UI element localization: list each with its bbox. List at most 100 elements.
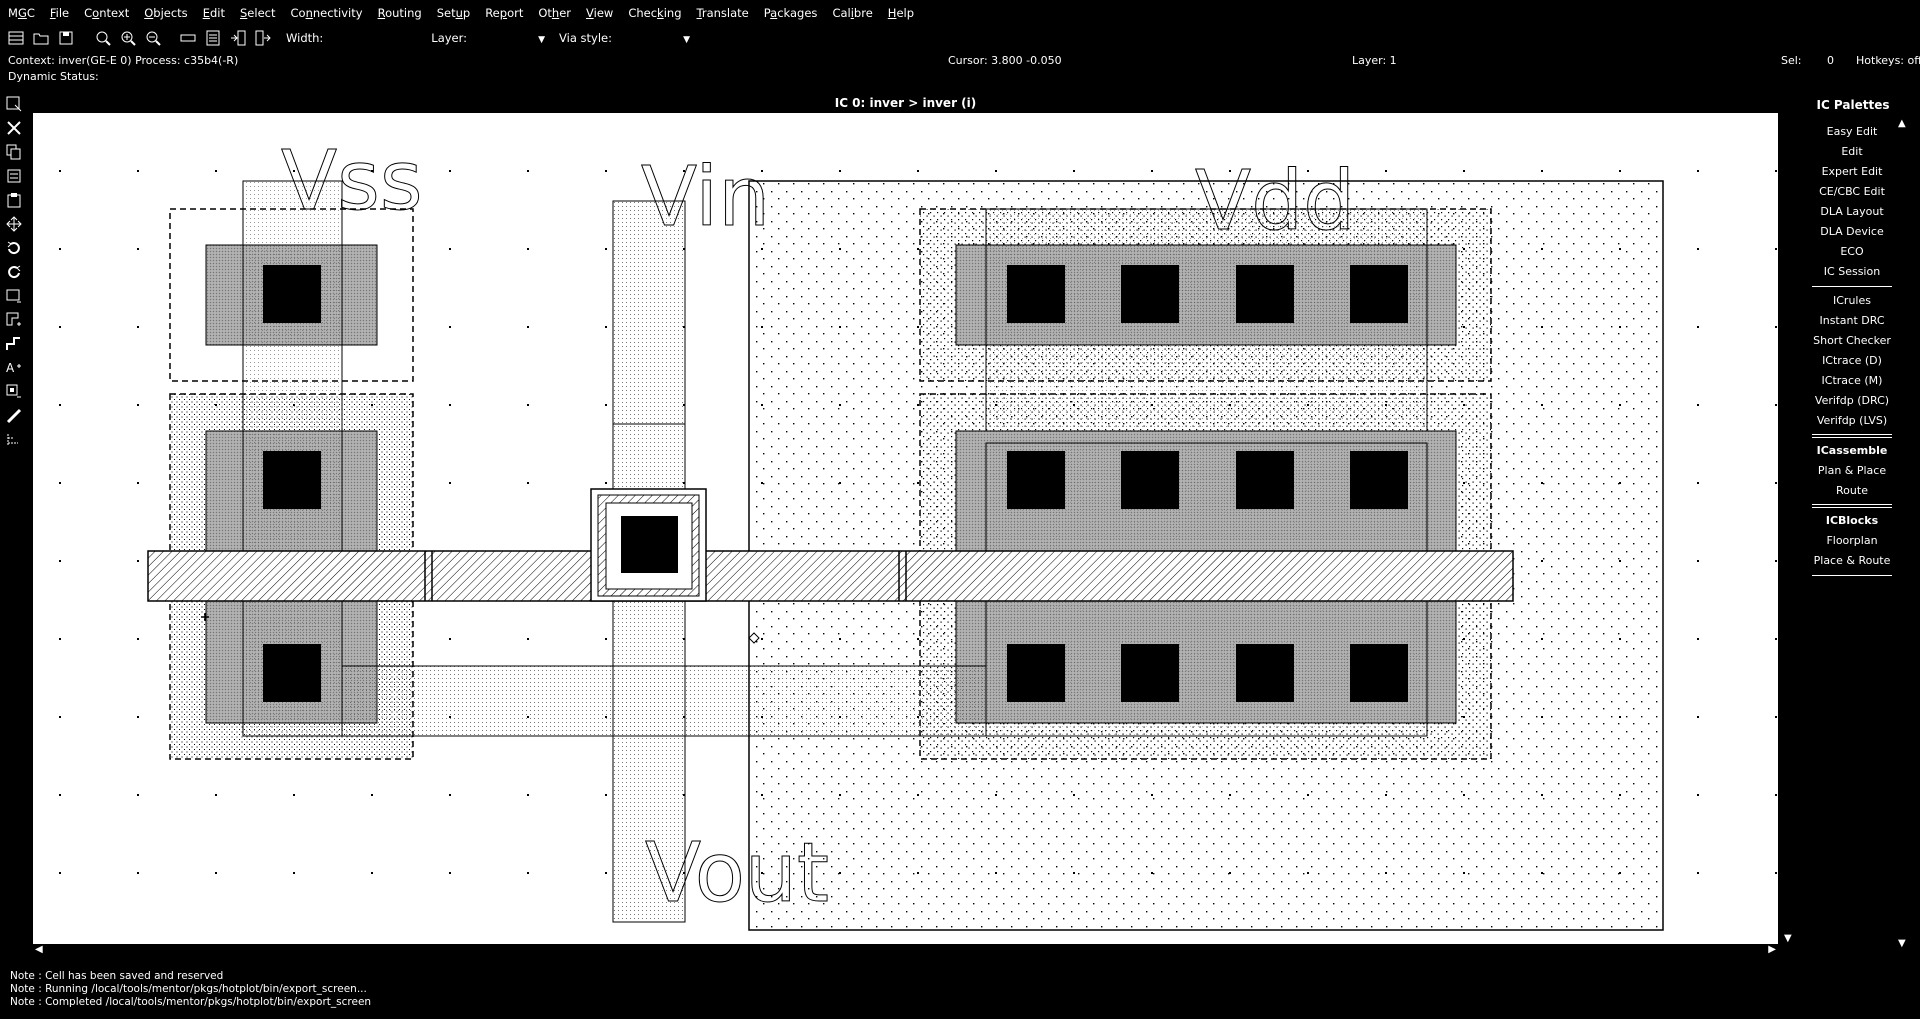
palette-item-route[interactable]: Route [1812,481,1892,501]
undo-icon[interactable] [2,236,26,260]
layout-canvas[interactable]: Vss Vin Vdd Vout [33,113,1778,944]
menu-mnemonic: p [499,6,508,20]
palette-item-ictrace-m[interactable]: ICtrace (M) [1812,371,1892,391]
menu-label-post: ntext [99,6,130,20]
zoom-all-icon[interactable] [93,28,113,48]
measure-icon[interactable] [2,404,26,428]
palette-item-floorplan[interactable]: Floorplan [1812,531,1892,551]
menu-report[interactable]: Report [485,6,523,20]
copy-icon[interactable] [2,140,26,164]
polygon-icon[interactable] [2,308,26,332]
zoom-in-icon[interactable] [118,28,138,48]
menu-label-post: elp [896,6,915,20]
palette-item-plan-place[interactable]: Plan & Place [1812,461,1892,481]
menu-translate[interactable]: Translate [697,6,749,20]
redo-icon[interactable] [2,260,26,284]
menu-select[interactable]: Select [240,6,276,20]
menu-calibre[interactable]: Calibre [832,6,872,20]
palette-item-ce-cbc-edit[interactable]: CE/CBC Edit [1812,182,1892,202]
menu-mnemonic: R [377,6,386,20]
palette-item-edit[interactable]: Edit [1812,142,1892,162]
menu-routing[interactable]: Routing [378,6,422,20]
palette-item-dla-layout[interactable]: DLA Layout [1812,202,1892,222]
push-in-icon[interactable] [228,28,248,48]
menu-mnemonic: u [455,6,463,20]
menu-label-post: dit [209,6,225,20]
via-style-label: Via style: [559,31,613,45]
path-icon[interactable] [2,332,26,356]
misc-tool-icon[interactable] [2,428,26,452]
paste-icon[interactable] [2,188,26,212]
palette-item-icassemble[interactable]: ICassemble [1812,441,1892,461]
palette-item-instant-drc[interactable]: Instant DRC [1812,311,1892,331]
palette-list: Easy Edit Edit Expert Edit CE/CBC Edit DLA L… [1812,122,1892,580]
menu-mnemonic: k [657,6,664,20]
menu-mnemonic: O [144,6,154,20]
toolbar: Width: Layer: ▼ Via style: ▼ [0,27,1920,49]
scroll-right-icon[interactable]: ▶ [1768,944,1776,955]
palette-item-icblocks[interactable]: ICBlocks [1812,511,1892,531]
ruler-icon[interactable] [178,28,198,48]
vdd-label: Vdd [1195,154,1355,249]
hotkeys-status: Hotkeys: off [1856,54,1920,67]
rectangle-icon[interactable] [2,284,26,308]
menu-setup[interactable]: Setup [437,6,471,20]
horizontal-scrollbar[interactable]: ◀ ▶ [33,944,1778,958]
text-icon[interactable]: A [2,356,26,380]
menu-mnemonic: E [202,6,210,20]
menu-label-post: er [559,6,572,20]
via-style-dropdown[interactable]: ▼ [612,32,690,45]
menu-objects[interactable]: Objects [144,6,187,20]
status-line: Context: inver(GE-E 0) Process: c35b4(-R… [0,54,1920,68]
menu-label-post: bre [853,6,873,20]
cursor-status: Cursor: 3.800 -0.050 [948,54,1062,67]
palette-item-eco[interactable]: ECO [1812,242,1892,262]
pop-out-icon[interactable] [253,28,273,48]
palette-item-verifdp-drc[interactable]: Verifdp (DRC) [1812,391,1892,411]
menu-label-post: ort [507,6,524,20]
scroll-left-icon[interactable]: ◀ [35,944,43,955]
palette-item-icrules[interactable]: ICrules [1812,291,1892,311]
log-line: Note : Cell has been saved and reserved [10,970,224,982]
menu-connectivity[interactable]: Connectivity [290,6,362,20]
layer-dropdown[interactable]: ▼ [467,32,545,45]
palette-item-expert-edit[interactable]: Expert Edit [1812,162,1892,182]
scroll-down-icon[interactable]: ▼ [1784,933,1792,944]
zoom-out-icon[interactable] [143,28,163,48]
menu-view[interactable]: View [586,6,613,20]
menu-label-post: ckages [777,6,818,20]
palette-scroll-down-icon[interactable]: ▼ [1898,938,1906,949]
vss-label: Vss [281,134,423,229]
instance-icon[interactable] [2,380,26,404]
palette-item-dla-device[interactable]: DLA Device [1812,222,1892,242]
menu-help[interactable]: Help [888,6,914,20]
palette-item-verifdp-lvs[interactable]: Verifdp (LVS) [1812,411,1892,431]
new-icon[interactable] [6,28,26,48]
menu-packages[interactable]: Packages [764,6,818,20]
open-icon[interactable] [31,28,51,48]
chevron-down-icon: ▼ [538,34,546,45]
palette-separator [1812,286,1892,287]
scroll-up-icon[interactable]: ▲ [1898,118,1906,129]
unselect-icon[interactable] [2,116,26,140]
sel-count: 0 [1827,54,1834,67]
list-icon[interactable] [203,28,223,48]
palette-item-place-route[interactable]: Place & Route [1812,551,1892,571]
palette-item-easy-edit[interactable]: Easy Edit [1812,122,1892,142]
menu-edit[interactable]: Edit [203,6,225,20]
menu-context[interactable]: Context [84,6,129,20]
menu-other[interactable]: Other [538,6,571,20]
select-icon[interactable] [2,92,26,116]
menu-label-post: p [462,6,471,20]
save-icon[interactable] [56,28,76,48]
message-log: Note : Cell has been saved and reserved N… [10,970,371,1009]
menu-checking[interactable]: Checking [628,6,681,20]
palette-item-ictrace-d[interactable]: ICtrace (D) [1812,351,1892,371]
palette-item-short-checker[interactable]: Short Checker [1812,331,1892,351]
move-icon[interactable] [2,212,26,236]
menu-label-post: iew [593,6,614,20]
menu-file[interactable]: File [50,6,69,20]
duplicate-icon[interactable] [2,164,26,188]
menu-mgc[interactable]: MGC [8,6,35,20]
palette-item-ic-session[interactable]: IC Session [1812,262,1892,282]
